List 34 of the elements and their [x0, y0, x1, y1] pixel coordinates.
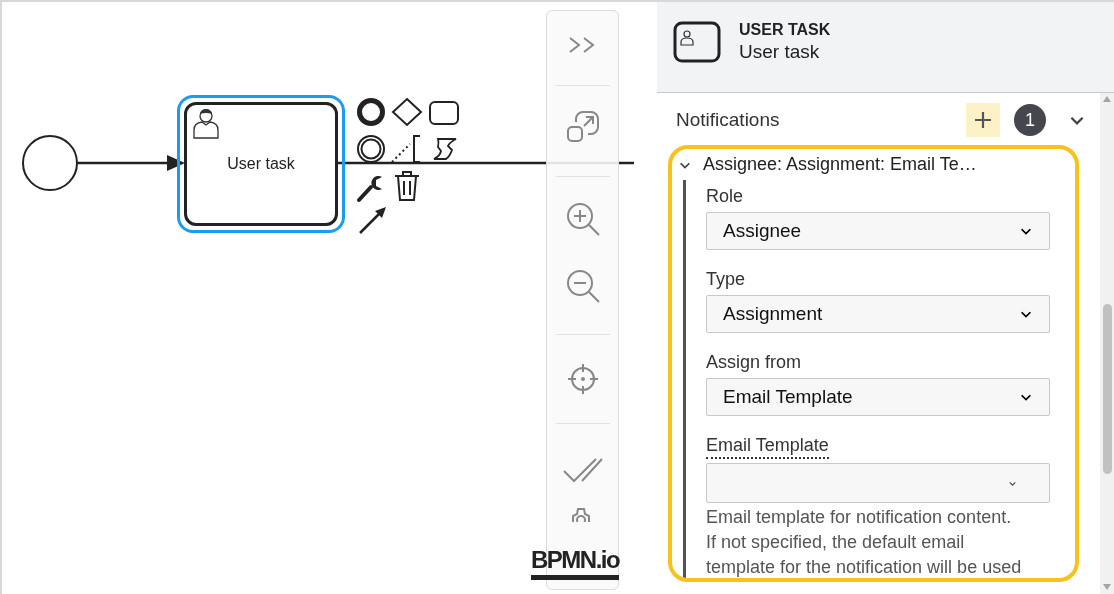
intermediate-event-icon[interactable]: [356, 134, 386, 164]
person-icon: [191, 106, 221, 140]
scrollbar-thumb[interactable]: [1102, 304, 1112, 474]
logo: BPMN.io: [531, 545, 620, 580]
element-type: USER TASK: [739, 20, 831, 40]
field-description: Email template for notification content. If not specified, the default email template for the notification will be used: [706, 506, 1023, 578]
sequence-flow-arrow[interactable]: [77, 154, 185, 172]
zoom-in-icon[interactable]: [564, 201, 601, 237]
task-icon[interactable]: [428, 100, 460, 126]
select-field[interactable]: Assignment: [706, 295, 1050, 333]
zoom-out-icon[interactable]: [564, 268, 601, 304]
group-title: Notifications: [676, 107, 780, 132]
user-task[interactable]: User task: [184, 102, 338, 226]
end-event-icon[interactable]: [356, 97, 386, 127]
gateway-icon[interactable]: [391, 97, 423, 127]
field-label: Type: [706, 268, 747, 291]
resize-icon[interactable]: [565, 110, 600, 144]
double-check-icon[interactable]: [562, 457, 603, 483]
element-name: User task: [739, 40, 821, 64]
count-badge: 1: [1014, 104, 1046, 136]
arrow-icon[interactable]: [358, 205, 388, 235]
select-field[interactable]: [706, 463, 1050, 503]
select-field[interactable]: Email Template: [706, 378, 1050, 416]
crosshair-icon[interactable]: [566, 363, 599, 395]
select-field[interactable]: Assignee: [706, 212, 1050, 250]
field-label: Email Template: [706, 433, 829, 459]
entry-title[interactable]: Assignee: Assignment: Email Te…: [703, 151, 977, 178]
add-button[interactable]: [966, 103, 1000, 137]
start-event[interactable]: [22, 135, 78, 191]
trash-icon[interactable]: [393, 170, 421, 202]
plus-icon: [974, 111, 992, 129]
field-label: Role: [706, 185, 745, 208]
task-icon: [673, 21, 721, 63]
field-label: Assign from: [706, 351, 803, 374]
